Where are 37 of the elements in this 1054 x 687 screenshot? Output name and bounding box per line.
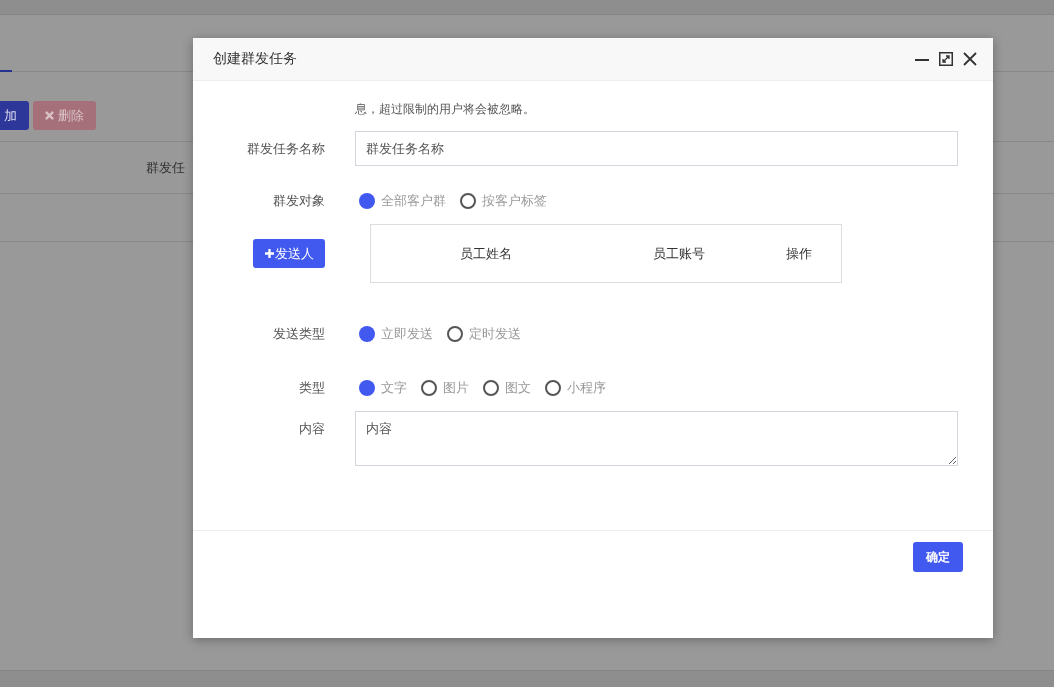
- table-header: 群发任: [146, 158, 185, 177]
- radio-button[interactable]: [483, 380, 499, 396]
- tab-underline: [0, 70, 12, 72]
- column-header: 员工账号: [652, 244, 705, 263]
- add-sender-button[interactable]: 发送人: [253, 239, 325, 268]
- column-header: 操作: [785, 244, 812, 263]
- radio-button[interactable]: [460, 193, 476, 209]
- dialog-title: 创建群发任务: [213, 50, 298, 68]
- radio-button[interactable]: [447, 326, 463, 342]
- field-label: 群发任务名称: [246, 139, 325, 158]
- field-label: 类型: [298, 379, 325, 397]
- radio-label: 定时发送: [469, 325, 521, 343]
- content-field[interactable]: 内容: [355, 411, 958, 466]
- radio-label: 立即发送: [381, 325, 433, 343]
- radio-button[interactable]: [545, 380, 561, 396]
- radio-button[interactable]: [359, 326, 375, 342]
- task-name-field[interactable]: 群发任务名称: [355, 131, 958, 166]
- radio-label: 文字: [381, 379, 407, 397]
- radio-label: 小程序: [567, 379, 606, 397]
- field-label: 内容: [298, 420, 325, 438]
- close-icon: [45, 111, 54, 120]
- plus-icon: [264, 249, 274, 258]
- column-header: 员工姓名: [460, 244, 512, 263]
- close-icon[interactable]: [963, 52, 977, 66]
- radio-button[interactable]: [359, 193, 375, 209]
- add-button[interactable]: 加: [0, 101, 29, 130]
- confirm-button[interactable]: 确定: [913, 542, 963, 572]
- maximize-icon[interactable]: [939, 52, 953, 66]
- radio-button[interactable]: [359, 380, 375, 396]
- radio-label: 全部客户群: [381, 192, 446, 210]
- radio-label: 按客户标签: [482, 192, 547, 210]
- radio-button[interactable]: [421, 380, 437, 396]
- field-label: 发送类型: [272, 325, 325, 343]
- radio-label: 图片: [443, 379, 469, 397]
- field-label: 群发对象: [272, 192, 325, 210]
- radio-label: 图文: [505, 379, 531, 397]
- note-text: 息，超过限制的用户将会被忽略。: [355, 101, 536, 118]
